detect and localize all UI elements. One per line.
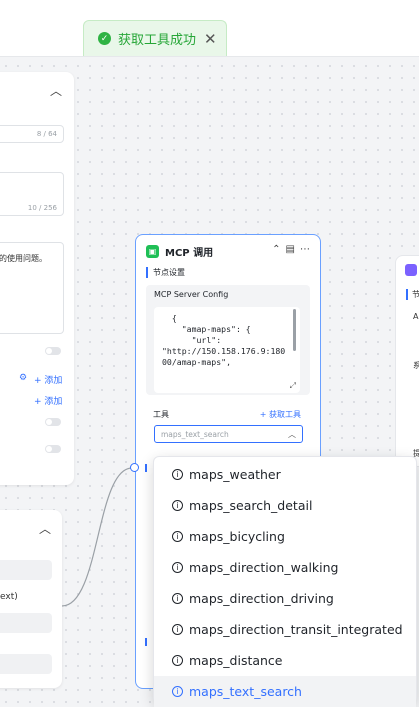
expand-icon[interactable]: ⤢ <box>290 380 296 391</box>
node-toolbar: ⌃ ▤ ⋯ <box>272 244 310 255</box>
info-icon: i <box>172 655 183 666</box>
info-icon: i <box>172 562 183 573</box>
option-maps-distance[interactable]: i maps_distance <box>154 645 416 676</box>
option-maps-direction-walking[interactable]: i maps_direction_walking <box>154 552 416 583</box>
info-icon: i <box>172 624 183 635</box>
info-icon: i <box>172 531 183 542</box>
section-marker <box>145 464 147 472</box>
config-box: MCP Server Config { "amap-maps": { "url"… <box>146 285 310 395</box>
node-header: ▣ MCP 调用 <box>146 244 213 259</box>
info-icon: i <box>172 500 183 511</box>
info-icon: i <box>172 686 183 697</box>
doc-icon[interactable]: ▤ <box>286 244 295 255</box>
scrollbar[interactable] <box>293 309 296 351</box>
more-icon[interactable]: ⋯ <box>300 244 310 255</box>
right-section: 节 <box>406 289 419 300</box>
chat-icon <box>405 264 417 276</box>
option-maps-bicycling[interactable]: i maps_bicycling <box>154 521 416 552</box>
mcp-icon: ▣ <box>146 245 159 258</box>
chevron-up-icon: ︿ <box>288 430 296 439</box>
info-icon: i <box>172 593 183 604</box>
section-title: 节点设置 <box>146 267 185 278</box>
option-maps-direction-driving[interactable]: i maps_direction_driving <box>154 583 416 614</box>
config-label: MCP Server Config <box>154 290 229 299</box>
option-maps-search-detail[interactable]: i maps_search_detail <box>154 490 416 521</box>
section-marker-2 <box>145 638 147 646</box>
node-title: MCP 调用 <box>165 248 214 259</box>
right-node[interactable]: 节 AI 系 提 <box>395 255 419 467</box>
tool-select-value: maps_text_search <box>161 430 229 439</box>
get-tools-button[interactable]: + 获取工具 <box>260 409 301 420</box>
input-port[interactable] <box>130 463 139 472</box>
tool-dropdown: i maps_weather i maps_search_detail i maps_… <box>153 456 417 707</box>
config-code: { "amap-maps": { "url": "http://150.158.… <box>162 313 286 367</box>
tools-label: 工具 <box>153 410 169 419</box>
option-maps-direction-transit-integrated[interactable]: i maps_direction_transit_integrated <box>154 614 416 645</box>
config-editor[interactable]: { "amap-maps": { "url": "http://150.158.… <box>154 307 300 393</box>
option-maps-weather[interactable]: i maps_weather <box>154 459 416 490</box>
info-icon: i <box>172 469 183 480</box>
option-maps-text-search[interactable]: i maps_text_search <box>154 676 416 707</box>
tool-select[interactable]: maps_text_search ︿ <box>154 425 303 443</box>
chevron-up-icon[interactable]: ⌃ <box>272 244 280 255</box>
right-label-1: AI <box>413 312 419 321</box>
right-label-2: 系 <box>413 361 419 370</box>
tools-row: 工具 + 获取工具 <box>153 409 301 420</box>
